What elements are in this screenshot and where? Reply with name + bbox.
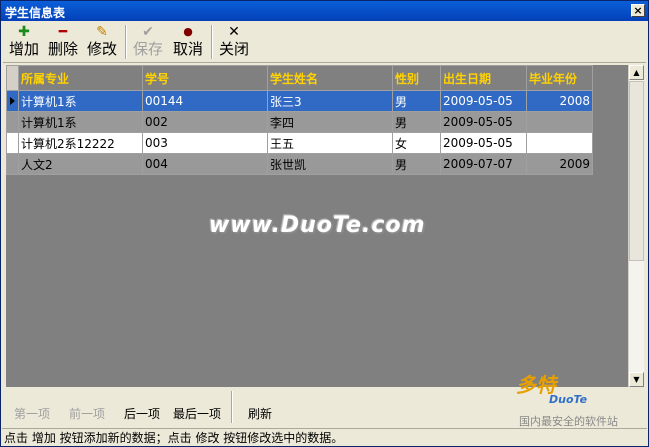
edit-button[interactable]: ✎ 修改	[85, 24, 119, 60]
pencil-icon: ✎	[96, 24, 108, 40]
table-cell[interactable]: 张三3	[267, 90, 393, 112]
table-cell[interactable]: 003	[142, 132, 268, 154]
delete-button[interactable]: ━ 删除	[46, 24, 80, 60]
column-header[interactable]: 毕业年份	[526, 65, 593, 91]
table-cell[interactable]: 2008	[526, 90, 593, 112]
close-button-label: 关闭	[218, 40, 249, 58]
scroll-up-icon[interactable]: ▲	[629, 65, 644, 80]
save-button-label: 保存	[132, 40, 163, 58]
vertical-scrollbar[interactable]: ▲ ▼	[628, 65, 644, 387]
duote-logo-sub: DuoTe	[549, 393, 588, 406]
table-cell[interactable]: 2009	[526, 153, 593, 175]
toolbar: ✚ 增加 ━ 删除 ✎ 修改 ✔ 保存 ● 取消 ✕ 关闭	[3, 22, 646, 63]
cancel-button[interactable]: ● 取消	[171, 24, 205, 60]
row-indicator[interactable]	[6, 153, 19, 175]
table-cell[interactable]: 2009-05-05	[440, 90, 527, 112]
table-cell[interactable]: 男	[392, 111, 441, 133]
column-header[interactable]: 学生姓名	[267, 65, 393, 91]
close-button[interactable]: ✕ 关闭	[217, 24, 251, 60]
table-cell[interactable]	[526, 132, 593, 154]
cancel-dot-icon: ●	[183, 25, 193, 38]
main-window: 学生信息表 × ✚ 增加 ━ 删除 ✎ 修改 ✔ 保存 ● 取消 ✕ 关闭 所属…	[0, 0, 649, 447]
toolbar-separator	[211, 25, 213, 59]
table-cell[interactable]: 004	[142, 153, 268, 175]
table-cell[interactable]: 女	[392, 132, 441, 154]
table-cell[interactable]: 2009-07-07	[440, 153, 527, 175]
current-row-arrow-icon	[10, 97, 15, 105]
window-title: 学生信息表	[5, 6, 66, 20]
first-record-button[interactable]: 第一项	[14, 405, 50, 422]
save-button[interactable]: ✔ 保存	[131, 24, 165, 60]
scroll-thumb[interactable]	[629, 81, 644, 261]
table-cell[interactable]: 男	[392, 153, 441, 175]
title-bar: 学生信息表 ×	[1, 1, 648, 21]
add-button-label: 增加	[8, 40, 39, 58]
status-bar: 点击 增加 按钮添加新的数据；点击 修改 按钮修改选中的数据。	[2, 428, 647, 447]
table-row[interactable]: 计算机2系12222 003 王五 女 2009-05-05	[6, 132, 593, 154]
table-cell[interactable]: 2009-05-05	[440, 111, 527, 133]
row-indicator[interactable]	[6, 132, 19, 154]
check-icon: ✔	[142, 24, 154, 40]
table-cell[interactable]: 男	[392, 90, 441, 112]
nav-separator	[231, 391, 233, 423]
table-cell[interactable]	[526, 111, 593, 133]
scroll-down-icon[interactable]: ▼	[629, 372, 644, 387]
next-record-button[interactable]: 后一项	[124, 405, 160, 422]
add-button[interactable]: ✚ 增加	[7, 24, 41, 60]
table-row[interactable]: 计算机1系 002 李四 男 2009-05-05	[6, 111, 593, 133]
close-window-button[interactable]: ×	[631, 4, 645, 17]
table-cell[interactable]: 00144	[142, 90, 268, 112]
table-row[interactable]: 人文2 004 张世凯 男 2009-07-07 2009	[6, 153, 593, 175]
toolbar-separator	[125, 25, 127, 59]
row-indicator-header	[6, 65, 19, 91]
table-cell[interactable]: 王五	[267, 132, 393, 154]
row-indicator[interactable]	[6, 111, 19, 133]
table-cell[interactable]: 计算机1系	[18, 90, 143, 112]
plus-icon: ✚	[18, 24, 30, 40]
minus-icon: ━	[58, 24, 68, 40]
duote-logo-tagline: 国内最安全的软件站	[519, 415, 618, 428]
last-record-button[interactable]: 最后一项	[173, 405, 221, 422]
table-cell[interactable]: 002	[142, 111, 268, 133]
status-text: 点击 增加 按钮添加新的数据；点击 修改 按钮修改选中的数据。	[4, 431, 344, 445]
delete-button-label: 删除	[47, 40, 78, 58]
table-row[interactable]: 计算机1系 00144 张三3 男 2009-05-05 2008	[6, 90, 593, 112]
student-table: 所属专业 学号 学生姓名 性别 出生日期 毕业年份 计算机1系 00144 张三…	[6, 65, 593, 175]
previous-record-button[interactable]: 前一项	[69, 405, 105, 422]
close-x-icon: ✕	[228, 24, 240, 40]
refresh-button[interactable]: 刷新	[248, 405, 272, 422]
cancel-button-label: 取消	[172, 40, 203, 58]
row-indicator[interactable]	[6, 90, 19, 112]
column-header[interactable]: 性别	[392, 65, 441, 91]
table-header-row: 所属专业 学号 学生姓名 性别 出生日期 毕业年份	[6, 65, 593, 91]
table-cell[interactable]: 张世凯	[267, 153, 393, 175]
column-header[interactable]: 出生日期	[440, 65, 527, 91]
table-cell[interactable]: 计算机1系	[18, 111, 143, 133]
table-cell[interactable]: 2009-05-05	[440, 132, 527, 154]
table-cell[interactable]: 计算机2系12222	[18, 132, 143, 154]
column-header[interactable]: 所属专业	[18, 65, 143, 91]
table-cell[interactable]: 人文2	[18, 153, 143, 175]
watermark-text: www.DuoTe.com	[209, 213, 426, 238]
edit-button-label: 修改	[86, 40, 117, 58]
column-header[interactable]: 学号	[142, 65, 268, 91]
table-cell[interactable]: 李四	[267, 111, 393, 133]
